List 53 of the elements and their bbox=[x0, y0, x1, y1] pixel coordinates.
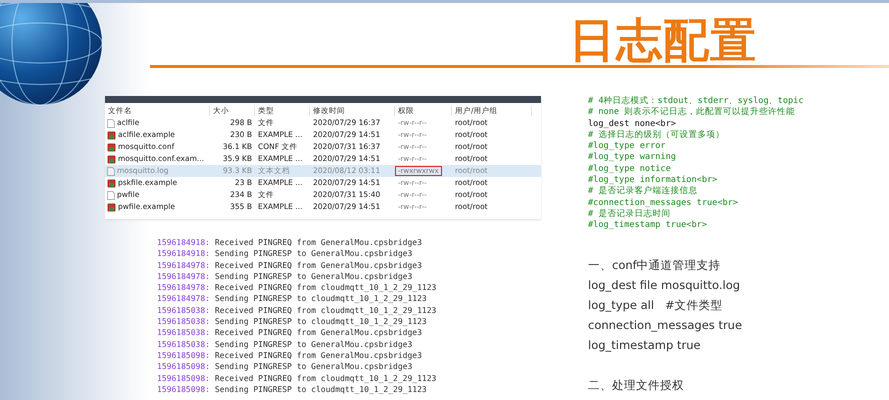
code-comment: #log_type error bbox=[588, 141, 667, 152]
log-message: Received PINGREQ from GeneralMou.cpsbridge3 bbox=[214, 328, 422, 338]
code-comment: # 是否记录日志时间 bbox=[588, 208, 672, 220]
log-timestamp: 1596185098: bbox=[157, 362, 210, 372]
log-timestamp: 1596185098: bbox=[157, 350, 210, 360]
log-message: Sending PINGRESP to cloudmqtt_10_1_2_29_1123 bbox=[214, 317, 427, 326]
code-comment: #log_type warning bbox=[588, 152, 677, 164]
log-message: Sending PINGRESP to GeneralMou.cpsbridge3 bbox=[214, 340, 412, 349]
log-timestamp: 1596185038: bbox=[157, 340, 210, 349]
note-text: log_timestamp true bbox=[588, 336, 702, 354]
package-file-icon bbox=[107, 154, 116, 164]
note-text: 二、处理文件授权 bbox=[588, 376, 685, 394]
code-comment: #connection_messages true<br> bbox=[588, 198, 740, 209]
log-message: Sending PINGRESP to GeneralMou.cpsbridge3 bbox=[214, 362, 412, 372]
log-timestamp: 1596184978: bbox=[157, 294, 210, 304]
log-timestamp: 1596184978: bbox=[157, 260, 210, 270]
log-message: Sending PINGRESP to GeneralMou.cpsbridge3 bbox=[214, 249, 412, 258]
code-line: log_dest none<br> bbox=[588, 118, 677, 130]
log-message: Received PINGREQ from cloudmqtt_10_1_2_29_1123 bbox=[214, 283, 436, 292]
note-text: log_dest file mosquitto.log bbox=[588, 276, 742, 294]
log-timestamp: 1596185038: bbox=[157, 317, 210, 326]
log-timestamp: 1596184978: bbox=[157, 272, 210, 281]
log-message: Received PINGREQ from cloudmqtt_10_1_2_29_1123 bbox=[214, 374, 436, 383]
package-file-icon bbox=[107, 130, 116, 140]
log-timestamp: 1596184918: bbox=[157, 238, 210, 247]
log-message: Received PINGREQ from GeneralMou.cpsbridge3 bbox=[214, 238, 422, 247]
code-comment: #log_type notice bbox=[588, 164, 672, 175]
document-icon bbox=[107, 166, 115, 176]
log-message: Received PINGREQ from GeneralMou.cpsbridge3 bbox=[214, 350, 422, 360]
note-text: log_type all #文件类型 bbox=[588, 296, 724, 314]
log-timestamp: 1596185038: bbox=[157, 306, 210, 315]
log-timestamp: 1596185098: bbox=[157, 384, 210, 394]
code-comment: # 4种日志模式：stdout、stderr、syslog、topic bbox=[588, 96, 805, 107]
log-message: Received PINGREQ from cloudmqtt_10_1_2_29_1123 bbox=[214, 306, 436, 315]
package-file-icon bbox=[107, 178, 116, 188]
package-file-icon bbox=[107, 202, 116, 212]
log-message: Sending PINGRESP to cloudmqtt_10_1_2_29_1123 bbox=[214, 384, 427, 394]
log-message: Sending PINGRESP to GeneralMou.cpsbridge3 bbox=[214, 272, 412, 281]
slide-title: 日志配置 bbox=[569, 15, 757, 65]
log-message: Received PINGREQ from GeneralMou.cpsbridge3 bbox=[214, 260, 422, 270]
code-comment: #log_timestamp true<br> bbox=[588, 220, 708, 232]
code-comment: # 选择日志的级别（可设置多项） bbox=[588, 130, 726, 141]
note-text: 一、conf中通道管理支持 bbox=[588, 256, 722, 274]
code-comment: # 是否记录客户端连接信息 bbox=[588, 186, 698, 198]
log-timestamp: 1596184978: bbox=[157, 283, 210, 292]
log-timestamp: 1596185038: bbox=[157, 328, 210, 338]
log-timestamp: 1596185098: bbox=[157, 374, 210, 383]
log-timestamp: 1596184918: bbox=[157, 249, 210, 258]
package-file-icon bbox=[107, 142, 116, 152]
note-text: connection_messages true bbox=[588, 316, 744, 334]
code-comment: #log_type information<br> bbox=[588, 175, 718, 186]
code-comment: # none 则表示不记日志，此配置可以提升些许性能 bbox=[588, 107, 796, 119]
log-message: Sending PINGRESP to cloudmqtt_10_1_2_29_1123 bbox=[214, 294, 427, 304]
